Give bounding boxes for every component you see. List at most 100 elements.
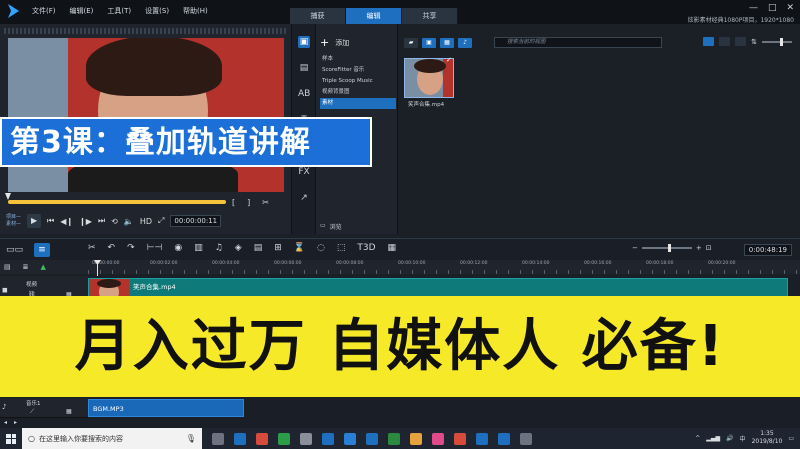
ripple-edit-icon[interactable]: ▲ [41,263,46,271]
toolbar-tool-icon[interactable]: ✂ [88,243,96,253]
zoom-out-icon[interactable]: − [632,244,638,252]
show-audio-icon[interactable]: ♪ [458,38,472,48]
taskbar-app-icon[interactable] [278,432,290,445]
input-method[interactable]: 中 [740,434,746,443]
tab-edit[interactable]: 编辑 [346,8,402,24]
record-icon[interactable]: ◉ [174,243,182,253]
media-thumbnail[interactable] [404,58,454,98]
microphone-icon[interactable]: 🎙 [186,434,196,443]
menu-settings[interactable]: 设置(S) [145,6,169,16]
path-icon[interactable]: ↗ [298,192,310,204]
start-button[interactable] [0,428,22,449]
folder-item[interactable]: 视频背景图 [320,87,396,98]
timeline-ruler[interactable] [88,260,800,274]
taskbar-app-icon[interactable] [256,432,268,445]
folder-item[interactable]: ScoreFitter 音乐 [320,65,396,76]
split-screen-icon[interactable]: ▦ [388,243,397,253]
menu-file[interactable]: 文件(F) [32,6,56,16]
mark-in-button[interactable]: [ [232,198,235,207]
thumbnail-size-slider[interactable] [762,37,792,46]
list-view-icon[interactable] [703,37,715,46]
taskbar-app-icon[interactable] [476,432,488,445]
menu-tools[interactable]: 工具(T) [107,6,131,16]
redo-icon[interactable]: ↷ [127,243,135,253]
home-icon[interactable]: ⏮ [47,216,54,226]
taskbar-app-icon[interactable] [498,432,510,445]
chapter-icon[interactable]: ≣ [23,263,29,271]
folder-icon[interactable]: ▰ [404,38,418,48]
tab-capture[interactable]: 捕获 [290,8,346,24]
taskbar-app-icon[interactable] [432,432,444,445]
taskbar-search-box[interactable]: ○ 在这里输入你要搜索的内容 🎙 [22,428,202,449]
audio-clip[interactable]: BGM.MP3 [88,399,244,417]
notification-icon[interactable]: ▭ [788,435,794,442]
folder-item[interactable]: Triple Scoop Music [320,76,396,87]
menu-help[interactable]: 帮助(H) [183,6,208,16]
scrub-knob[interactable] [5,193,11,200]
auto-music-icon[interactable]: ♫ [215,243,223,253]
taskbar-app-icon[interactable] [212,432,224,445]
timeline-view-icon[interactable]: ≡ [34,242,50,257]
expand-icon[interactable]: ⤢ [158,216,164,226]
mode-project[interactable]: 项目— [6,214,21,221]
3d-title-icon[interactable]: T3D [357,243,375,253]
prev-frame-icon[interactable]: ◀❙ [60,217,73,226]
taskbar-app-icon[interactable] [454,432,466,445]
thumbnail-view-icon[interactable] [735,37,747,46]
repeat-icon[interactable]: ⟲ [111,217,118,226]
transition-icon[interactable]: AB [298,88,310,100]
play-mode[interactable]: 项目— 素材— [6,214,21,228]
mask-icon[interactable]: ◌ [317,243,325,253]
audio-link-icon[interactable]: ⟋ [30,408,34,416]
zoom-in-icon[interactable]: + [696,244,702,252]
motion-track-icon[interactable]: ◈ [235,243,242,253]
scroll-right-icon[interactable]: ▸ [14,419,17,426]
mark-out-button[interactable]: ] [247,198,250,207]
maximize-button[interactable]: □ [768,3,777,13]
next-frame-icon[interactable]: ❙▶ [79,217,92,226]
track-manager-icon[interactable]: ▤ [4,263,11,271]
end-icon[interactable]: ⏭ [98,216,105,226]
taskbar-app-icon[interactable] [366,432,378,445]
taskbar-app-icon[interactable] [410,432,422,445]
hd-icon[interactable]: HD [140,217,152,226]
audio-grid-icon[interactable]: ▦ [66,408,72,415]
multi-camera-icon[interactable]: ⊞ [274,243,282,253]
browse-button[interactable]: ▭ 浏览 [320,222,342,231]
detail-view-icon[interactable] [719,37,731,46]
folder-item[interactable]: 样本 [320,54,396,65]
player-timecode[interactable]: 00:00:00:11 [170,215,222,227]
pan-zoom-icon[interactable]: ⬚ [337,243,346,253]
show-photo-icon[interactable]: ▦ [440,38,454,48]
taskbar-app-icon[interactable] [300,432,312,445]
taskbar-app-icon[interactable] [520,432,532,445]
volume-tray-icon[interactable]: 🔊 [726,435,733,442]
instant-project-icon[interactable]: ▤ [298,62,310,74]
sound-mixer-icon[interactable]: ▥ [194,243,203,253]
scrub-bar[interactable] [8,200,226,204]
zoom-slider[interactable] [641,244,692,252]
mode-clip[interactable]: 素材— [6,221,21,228]
folder-item-selected[interactable]: 素材 [320,98,396,109]
close-button[interactable]: ✕ [786,3,794,13]
taskbar-app-icon[interactable] [322,432,334,445]
search-input[interactable]: 搜索当前的视图 [494,37,662,48]
add-folder-button[interactable]: + 添加 [320,36,349,49]
tab-share[interactable]: 共享 [402,8,458,24]
smart-proxy-icon[interactable]: ⊢⊣ [147,243,163,253]
scroll-left-icon[interactable]: ◂ [4,419,7,426]
taskbar-app-icon[interactable] [234,432,246,445]
show-video-icon[interactable]: ▣ [422,38,436,48]
time-remap-icon[interactable]: ⌛ [294,243,305,253]
player-drag-handle[interactable] [4,28,288,34]
sort-icon[interactable]: ⇅ [751,38,757,46]
taskbar-app-icon[interactable] [344,432,356,445]
filter-icon[interactable]: FX [298,166,310,178]
subtitle-icon[interactable]: ▤ [254,243,263,253]
network-icon[interactable]: ▂▄▆ [706,435,720,442]
timeline-timecode[interactable]: 0:00:48:19 [743,244,792,256]
tray-expand-icon[interactable]: ^ [695,435,700,442]
storyboard-view-icon[interactable]: ▭▭ [6,243,23,257]
menu-edit[interactable]: 编辑(E) [70,6,94,16]
minimize-button[interactable]: — [749,3,758,13]
